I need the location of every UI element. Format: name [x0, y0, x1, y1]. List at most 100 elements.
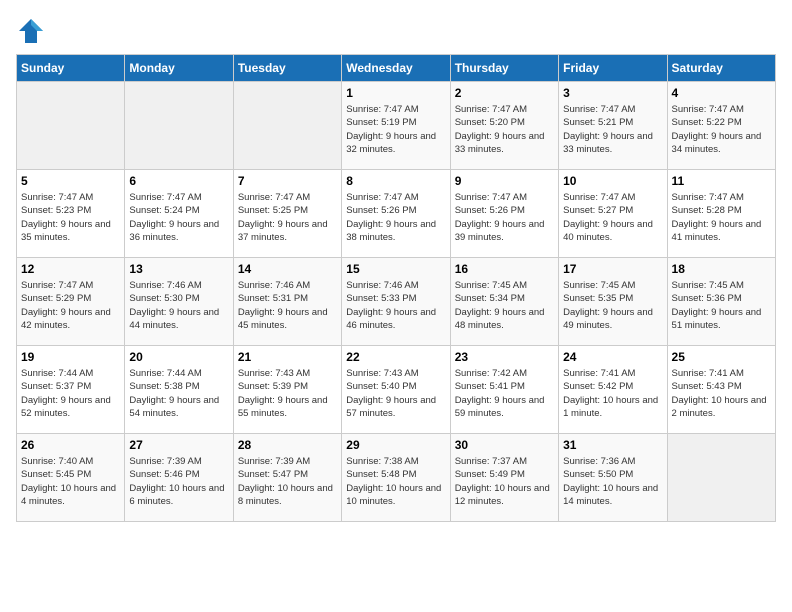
day-number: 3 — [563, 86, 662, 100]
calendar-cell — [667, 434, 775, 522]
day-number: 21 — [238, 350, 337, 364]
day-info: Sunrise: 7:47 AM Sunset: 5:28 PM Dayligh… — [672, 191, 771, 244]
day-info: Sunrise: 7:38 AM Sunset: 5:48 PM Dayligh… — [346, 455, 445, 508]
col-header-friday: Friday — [559, 55, 667, 82]
calendar-cell: 5Sunrise: 7:47 AM Sunset: 5:23 PM Daylig… — [17, 170, 125, 258]
day-info: Sunrise: 7:46 AM Sunset: 5:33 PM Dayligh… — [346, 279, 445, 332]
day-info: Sunrise: 7:40 AM Sunset: 5:45 PM Dayligh… — [21, 455, 120, 508]
col-header-thursday: Thursday — [450, 55, 558, 82]
day-number: 22 — [346, 350, 445, 364]
calendar-cell: 13 Sunrise: 7:46 AM Sunset: 5:30 PM Dayli… — [125, 258, 233, 346]
calendar-cell: 16 Sunrise: 7:45 AM Sunset: 5:34 PM Dayli… — [450, 258, 558, 346]
day-info: Sunrise: 7:37 AM Sunset: 5:49 PM Dayligh… — [455, 455, 554, 508]
logo — [16, 16, 48, 46]
day-info: Sunrise: 7:39 AM Sunset: 5:46 PM Dayligh… — [129, 455, 228, 508]
day-number: 19 — [21, 350, 120, 364]
day-info: Sunrise: 7:45 AM Sunset: 5:34 PM Dayligh… — [455, 279, 554, 332]
week-row-1: 1 Sunrise: 7:47 AM Sunset: 5:19 PM Daylig… — [17, 82, 776, 170]
calendar-cell — [125, 82, 233, 170]
logo-icon — [16, 16, 46, 46]
calendar-cell: 12Sunrise: 7:47 AM Sunset: 5:29 PM Dayli… — [17, 258, 125, 346]
day-info: Sunrise: 7:47 AM Sunset: 5:24 PM Dayligh… — [129, 191, 228, 244]
calendar-cell: 14 Sunrise: 7:46 AM Sunset: 5:31 PM Dayli… — [233, 258, 341, 346]
day-info: Sunrise: 7:47 AM Sunset: 5:20 PM Dayligh… — [455, 103, 554, 156]
calendar-cell: 19Sunrise: 7:44 AM Sunset: 5:37 PM Dayli… — [17, 346, 125, 434]
day-info: Sunrise: 7:47 AM Sunset: 5:23 PM Dayligh… — [21, 191, 120, 244]
day-number: 6 — [129, 174, 228, 188]
day-info: Sunrise: 7:46 AM Sunset: 5:31 PM Dayligh… — [238, 279, 337, 332]
day-info: Sunrise: 7:45 AM Sunset: 5:36 PM Dayligh… — [672, 279, 771, 332]
day-number: 23 — [455, 350, 554, 364]
calendar-cell: 17 Sunrise: 7:45 AM Sunset: 5:35 PM Dayli… — [559, 258, 667, 346]
calendar-cell: 22 Sunrise: 7:43 AM Sunset: 5:40 PM Dayli… — [342, 346, 450, 434]
calendar-cell: 8 Sunrise: 7:47 AM Sunset: 5:26 PM Daylig… — [342, 170, 450, 258]
day-number: 20 — [129, 350, 228, 364]
calendar-cell: 2 Sunrise: 7:47 AM Sunset: 5:20 PM Daylig… — [450, 82, 558, 170]
week-row-5: 26Sunrise: 7:40 AM Sunset: 5:45 PM Dayli… — [17, 434, 776, 522]
calendar-cell: 25 Sunrise: 7:41 AM Sunset: 5:43 PM Dayli… — [667, 346, 775, 434]
day-number: 4 — [672, 86, 771, 100]
day-info: Sunrise: 7:42 AM Sunset: 5:41 PM Dayligh… — [455, 367, 554, 420]
day-number: 11 — [672, 174, 771, 188]
day-number: 2 — [455, 86, 554, 100]
day-number: 25 — [672, 350, 771, 364]
day-number: 30 — [455, 438, 554, 452]
day-number: 13 — [129, 262, 228, 276]
calendar-cell: 4 Sunrise: 7:47 AM Sunset: 5:22 PM Daylig… — [667, 82, 775, 170]
calendar-cell: 29 Sunrise: 7:38 AM Sunset: 5:48 PM Dayli… — [342, 434, 450, 522]
day-number: 8 — [346, 174, 445, 188]
day-number: 27 — [129, 438, 228, 452]
day-number: 18 — [672, 262, 771, 276]
day-info: Sunrise: 7:47 AM Sunset: 5:26 PM Dayligh… — [455, 191, 554, 244]
day-info: Sunrise: 7:36 AM Sunset: 5:50 PM Dayligh… — [563, 455, 662, 508]
day-number: 9 — [455, 174, 554, 188]
calendar-cell: 1 Sunrise: 7:47 AM Sunset: 5:19 PM Daylig… — [342, 82, 450, 170]
day-number: 15 — [346, 262, 445, 276]
day-number: 10 — [563, 174, 662, 188]
day-info: Sunrise: 7:46 AM Sunset: 5:30 PM Dayligh… — [129, 279, 228, 332]
day-info: Sunrise: 7:47 AM Sunset: 5:26 PM Dayligh… — [346, 191, 445, 244]
week-row-2: 5Sunrise: 7:47 AM Sunset: 5:23 PM Daylig… — [17, 170, 776, 258]
day-number: 29 — [346, 438, 445, 452]
calendar-cell: 27 Sunrise: 7:39 AM Sunset: 5:46 PM Dayli… — [125, 434, 233, 522]
day-info: Sunrise: 7:43 AM Sunset: 5:40 PM Dayligh… — [346, 367, 445, 420]
day-info: Sunrise: 7:39 AM Sunset: 5:47 PM Dayligh… — [238, 455, 337, 508]
col-header-sunday: Sunday — [17, 55, 125, 82]
day-info: Sunrise: 7:43 AM Sunset: 5:39 PM Dayligh… — [238, 367, 337, 420]
calendar-cell: 7 Sunrise: 7:47 AM Sunset: 5:25 PM Daylig… — [233, 170, 341, 258]
day-number: 14 — [238, 262, 337, 276]
day-info: Sunrise: 7:47 AM Sunset: 5:22 PM Dayligh… — [672, 103, 771, 156]
day-info: Sunrise: 7:41 AM Sunset: 5:43 PM Dayligh… — [672, 367, 771, 420]
day-info: Sunrise: 7:47 AM Sunset: 5:29 PM Dayligh… — [21, 279, 120, 332]
calendar-cell — [233, 82, 341, 170]
calendar-cell: 18 Sunrise: 7:45 AM Sunset: 5:36 PM Dayli… — [667, 258, 775, 346]
calendar-cell: 24 Sunrise: 7:41 AM Sunset: 5:42 PM Dayli… — [559, 346, 667, 434]
day-number: 24 — [563, 350, 662, 364]
calendar-cell: 10Sunrise: 7:47 AM Sunset: 5:27 PM Dayli… — [559, 170, 667, 258]
day-number: 28 — [238, 438, 337, 452]
day-number: 17 — [563, 262, 662, 276]
calendar-cell: 15 Sunrise: 7:46 AM Sunset: 5:33 PM Dayli… — [342, 258, 450, 346]
col-header-wednesday: Wednesday — [342, 55, 450, 82]
day-number: 7 — [238, 174, 337, 188]
page-header — [16, 16, 776, 46]
calendar-cell: 26Sunrise: 7:40 AM Sunset: 5:45 PM Dayli… — [17, 434, 125, 522]
day-info: Sunrise: 7:45 AM Sunset: 5:35 PM Dayligh… — [563, 279, 662, 332]
day-number: 16 — [455, 262, 554, 276]
day-info: Sunrise: 7:47 AM Sunset: 5:25 PM Dayligh… — [238, 191, 337, 244]
day-info: Sunrise: 7:41 AM Sunset: 5:42 PM Dayligh… — [563, 367, 662, 420]
day-info: Sunrise: 7:47 AM Sunset: 5:21 PM Dayligh… — [563, 103, 662, 156]
calendar-table: SundayMondayTuesdayWednesdayThursdayFrid… — [16, 54, 776, 522]
calendar-cell: 9 Sunrise: 7:47 AM Sunset: 5:26 PM Daylig… — [450, 170, 558, 258]
day-number: 1 — [346, 86, 445, 100]
calendar-cell: 6 Sunrise: 7:47 AM Sunset: 5:24 PM Daylig… — [125, 170, 233, 258]
calendar-cell: 28 Sunrise: 7:39 AM Sunset: 5:47 PM Dayli… — [233, 434, 341, 522]
calendar-cell: 21 Sunrise: 7:43 AM Sunset: 5:39 PM Dayli… — [233, 346, 341, 434]
col-header-tuesday: Tuesday — [233, 55, 341, 82]
calendar-cell: 11 Sunrise: 7:47 AM Sunset: 5:28 PM Dayli… — [667, 170, 775, 258]
day-info: Sunrise: 7:44 AM Sunset: 5:38 PM Dayligh… — [129, 367, 228, 420]
calendar-cell: 20 Sunrise: 7:44 AM Sunset: 5:38 PM Dayli… — [125, 346, 233, 434]
day-info: Sunrise: 7:47 AM Sunset: 5:19 PM Dayligh… — [346, 103, 445, 156]
week-row-3: 12Sunrise: 7:47 AM Sunset: 5:29 PM Dayli… — [17, 258, 776, 346]
calendar-cell: 3 Sunrise: 7:47 AM Sunset: 5:21 PM Daylig… — [559, 82, 667, 170]
